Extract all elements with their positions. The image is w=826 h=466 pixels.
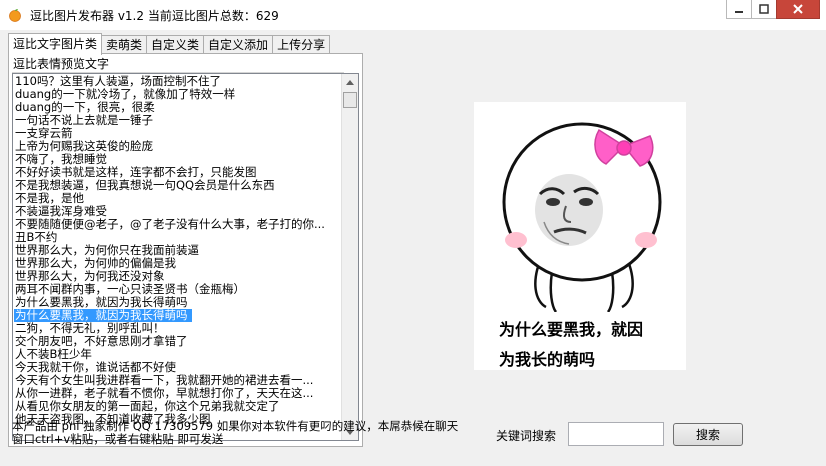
client-area: 逗比文字图片类 卖萌类 自定义类 自定义添加 上传分享 逗比表情预览文字 110… [0, 30, 826, 466]
list-column-header[interactable]: 逗比表情预览文字 [12, 56, 344, 73]
list-item[interactable]: 不要随随便便@老子，@了老子没有什么大事，老子打的你... [14, 218, 342, 231]
list-item[interactable]: 上帝为何赐我这英俊的脸庞 [14, 140, 342, 153]
scroll-thumb[interactable] [343, 92, 357, 108]
window-title: 逗比图片发布器 v1.2 当前逗比图片总数：629 [30, 9, 279, 23]
keyword-search-input[interactable] [568, 422, 664, 446]
list-item[interactable]: 丑B不约 [14, 231, 342, 244]
search-button[interactable]: 搜索 [673, 423, 743, 446]
list-item[interactable]: 一支穿云箭 [14, 127, 342, 140]
vertical-scrollbar[interactable] [341, 74, 358, 440]
minimize-button[interactable] [726, 0, 752, 19]
list-item[interactable]: 今天我就干你，谁说话都不好使 [14, 361, 342, 374]
list-item[interactable]: duang的一下就冷场了，就像加了特效一样 [14, 88, 342, 101]
search-label: 关键词搜索 [496, 429, 557, 443]
title-bar[interactable]: 逗比图片发布器 v1.2 当前逗比图片总数：629 [0, 0, 826, 30]
tab-upload-share[interactable]: 上传分享 [272, 35, 331, 55]
close-button[interactable] [776, 0, 820, 19]
tab-panel: 逗比表情预览文字 110吗？这里有人装逼，场面控制不住了 duang的一下就冷场了… [8, 53, 363, 447]
list-item[interactable]: 今天有个女生叫我进群看一下，我就翻开她的裙进去看一... [14, 374, 342, 387]
meme-caption-line-2: 为我长的萌吗 [499, 350, 596, 369]
list-rows: 110吗？这里有人装逼，场面控制不住了 duang的一下就冷场了，就像加了特效一样… [14, 75, 342, 426]
close-icon [793, 4, 803, 14]
list-item[interactable]: 不是我，是他 [14, 192, 342, 205]
tab-strip: 逗比文字图片类 卖萌类 自定义类 自定义添加 上传分享 [8, 32, 331, 55]
list-item[interactable]: 为什么要黑我，就因为我长得萌吗 [14, 296, 342, 309]
maximize-icon [759, 4, 769, 14]
list-item[interactable]: 不装逼我浑身难受 [14, 205, 342, 218]
list-item[interactable]: 不嗨了，我想睡觉 [14, 153, 342, 166]
minimize-icon [735, 11, 743, 13]
list-item[interactable]: 从你一进群，老子就看不惯你，早就想打你了，天天在这... [14, 387, 342, 400]
scroll-up-button[interactable] [342, 74, 358, 90]
list-item[interactable]: 人不装B枉少年 [14, 348, 342, 361]
list-item-selected[interactable]: 为什么要黑我，就因为我长得萌吗 [14, 309, 192, 322]
list-item[interactable]: 两耳不闻群内事，一心只读圣贤书（金瓶梅） [14, 283, 342, 296]
tab-custom[interactable]: 自定义类 [146, 35, 205, 55]
app-orange-icon [9, 9, 21, 22]
list-item[interactable]: 世界那么大，为何帅的偏偏是我 [14, 257, 342, 270]
tab-custom-add[interactable]: 自定义添加 [203, 35, 274, 55]
list-item[interactable]: 世界那么大，为何我还没对象 [14, 270, 342, 283]
list-item[interactable]: 一句话不说上去就是一锤子 [14, 114, 342, 127]
list-item[interactable]: 世界那么大，为何你只在我面前装逼 [14, 244, 342, 257]
meme-preview: 为什么要黑我，就因 为我长的萌吗 [474, 102, 686, 370]
list-item[interactable]: 从看见你女朋友的第一面起，你这个兄弟我就交定了 [14, 400, 342, 413]
maximize-button[interactable] [751, 0, 777, 19]
list-item[interactable]: 交个朋友吧，不好意思刚才拿错了 [14, 335, 342, 348]
scroll-up-icon [346, 79, 354, 85]
list-item[interactable]: duang的一下，很亮，很柔 [14, 101, 342, 114]
list-item[interactable]: 110吗？这里有人装逼，场面控制不住了 [14, 75, 342, 88]
list-item[interactable]: 不好好读书就是这样，连字都不会打，只能发图 [14, 166, 342, 179]
list-item[interactable]: 二狗，不得无礼，别呼乱叫！ [14, 322, 342, 335]
tab-text-images[interactable]: 逗比文字图片类 [8, 33, 103, 55]
meme-caption-line-1: 为什么要黑我，就因 [499, 320, 644, 339]
meme-text-list[interactable]: 110吗？这里有人装逼，场面控制不住了 duang的一下就冷场了，就像加了特效一样… [12, 73, 359, 441]
meme-face-image [502, 122, 662, 313]
list-item[interactable]: 不是我想装逼，但我真想说一句QQ会员是什么东西 [14, 179, 342, 192]
product-info-text: 本产品由 pnl 独家制作 QQ 17309579 如果你对本软件有更叼的建议，… [12, 419, 459, 446]
tab-cute[interactable]: 卖萌类 [101, 35, 148, 55]
